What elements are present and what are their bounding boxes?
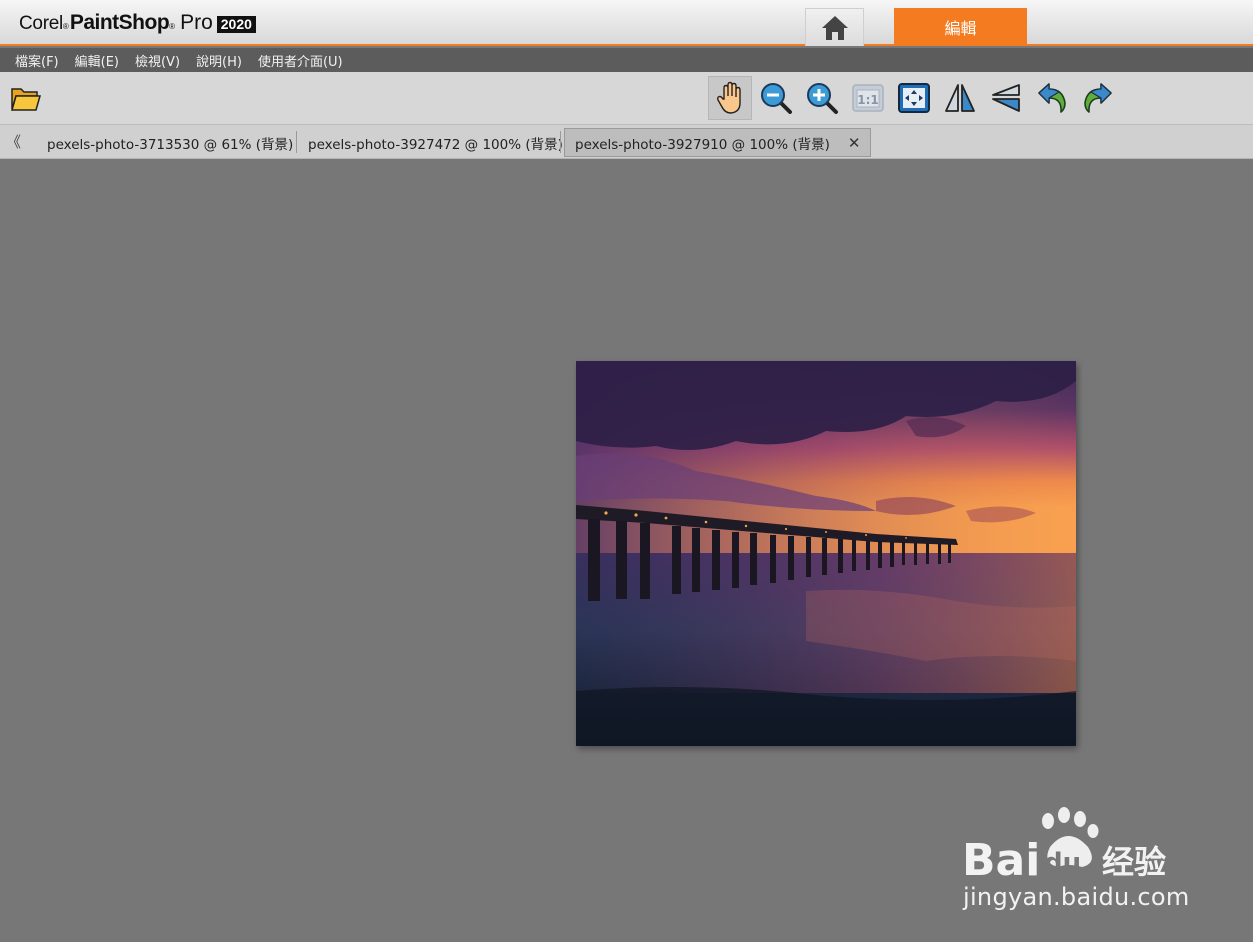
document-tab-2[interactable]: pexels-photo-3927472 @ 100% (背景) [308, 128, 563, 157]
tab-scroll-left-icon[interactable]: 《 [6, 131, 21, 152]
title-bar: Corel ® PaintShop ® Pro 2020 編輯 [0, 0, 1253, 46]
svg-text:Bai: Bai [962, 835, 1040, 885]
pan-hand-icon [717, 81, 741, 114]
baidu-jingyan-watermark: Bai du 经验 jingyan.baidu.com [960, 805, 1200, 915]
pier-sunset-photo [576, 361, 1076, 746]
document-tab-3-active[interactable]: pexels-photo-3927910 @ 100% (背景) ✕ [564, 128, 872, 157]
document-tab-1[interactable]: pexels-photo-3713530 @ 61% (背景) [47, 128, 293, 157]
undo-icon [1038, 83, 1066, 113]
menu-file[interactable]: 檔案(F) [15, 51, 59, 70]
home-icon [821, 15, 848, 40]
zoom-in-icon [807, 83, 838, 114]
document-tab-label: pexels-photo-3927910 @ 100% (背景) [575, 136, 830, 153]
toolbar: 1:1 [0, 72, 1253, 125]
close-tab-icon[interactable]: ✕ [848, 134, 861, 152]
mirror-icon [992, 84, 1020, 112]
zoom-out-button[interactable] [754, 76, 798, 120]
pan-tool-button[interactable] [708, 76, 752, 120]
zoom-in-button[interactable] [800, 76, 844, 120]
watermark-url: jingyan.baidu.com [963, 883, 1190, 911]
tab-divider [560, 131, 561, 153]
menu-bar: 檔案(F) 編輯(E) 檢視(V) 說明(H) 使用者介面(U) [0, 48, 1253, 72]
menu-user-interface[interactable]: 使用者介面(U) [258, 51, 343, 70]
svg-text:经验: 经验 [1102, 843, 1166, 881]
zoom-out-icon [761, 83, 792, 114]
home-tab[interactable] [805, 8, 864, 46]
actual-size-icon: 1:1 [852, 84, 884, 112]
open-button[interactable] [4, 76, 48, 120]
menu-help[interactable]: 說明(H) [196, 51, 242, 70]
actual-size-button[interactable]: 1:1 [846, 76, 890, 120]
tab-divider [296, 131, 297, 153]
menu-view[interactable]: 檢視(V) [135, 51, 180, 70]
image-document[interactable] [576, 361, 1076, 746]
document-tab-label: pexels-photo-3927472 @ 100% (背景) [308, 136, 563, 153]
app-logo: Corel ® PaintShop ® Pro 2020 [19, 11, 256, 37]
redo-icon [1084, 83, 1112, 113]
fit-window-icon [898, 83, 930, 113]
open-folder-icon [11, 88, 41, 111]
fit-window-button[interactable] [892, 76, 936, 120]
edit-tab[interactable]: 編輯 [894, 8, 1027, 46]
document-tab-bar: 《 pexels-photo-3713530 @ 61% (背景) pexels… [0, 125, 1253, 159]
baidu-paw-logo-icon: Bai du 经验 [962, 807, 1166, 886]
flip-button[interactable] [938, 76, 982, 120]
svg-text:du: du [1044, 848, 1081, 878]
logo-corel: Corel [19, 13, 63, 34]
logo-paintshop: PaintShop [69, 11, 170, 34]
actual-size-label: 1:1 [857, 93, 879, 107]
redo-button[interactable] [1076, 76, 1120, 120]
flip-icon [945, 84, 975, 112]
menu-edit[interactable]: 編輯(E) [75, 51, 119, 70]
undo-button[interactable] [1030, 76, 1074, 120]
logo-pro: Pro [180, 11, 213, 34]
mirror-button[interactable] [984, 76, 1028, 120]
logo-year: 2020 [216, 15, 256, 33]
document-tab-label: pexels-photo-3713530 @ 61% (背景) [47, 136, 294, 153]
